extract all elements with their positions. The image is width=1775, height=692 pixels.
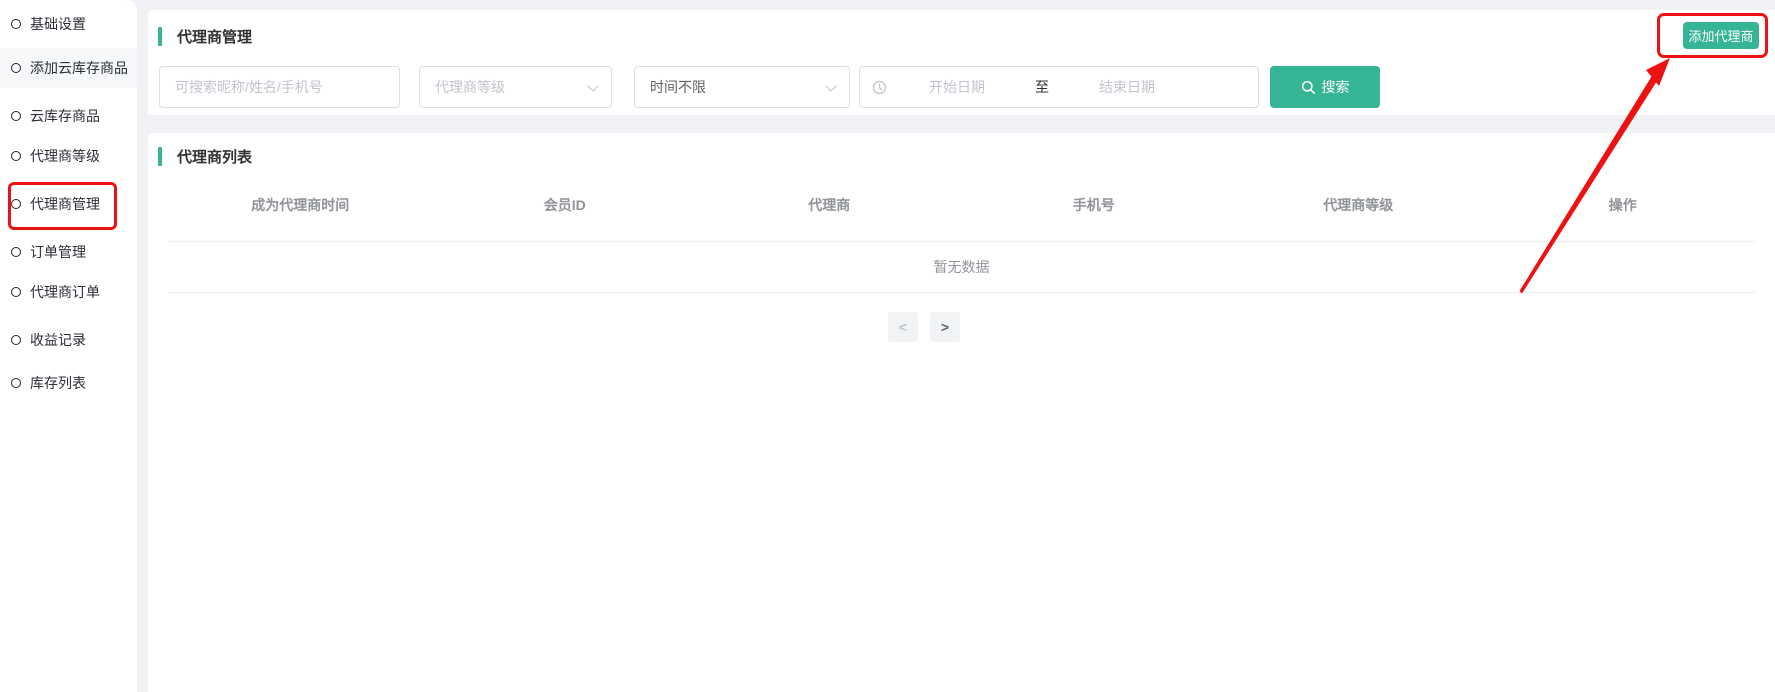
- sidebar-item-label: 库存列表: [30, 373, 86, 393]
- search-button[interactable]: 搜索: [1270, 66, 1380, 108]
- sidebar-item-label: 云库存商品: [30, 106, 100, 126]
- keyword-search-field: [159, 66, 400, 108]
- radio-circle-icon: [11, 378, 21, 388]
- sidebar-item-agent-orders[interactable]: 代理商订单: [0, 272, 137, 312]
- sidebar-item-agent-management[interactable]: 代理商管理: [0, 184, 137, 224]
- column-header-member-id: 会员ID: [433, 195, 698, 215]
- table-divider: [168, 292, 1755, 293]
- chevron-down-icon: [587, 80, 598, 91]
- date-range-separator: 至: [1021, 77, 1063, 97]
- card-title: 代理商管理: [158, 26, 252, 47]
- column-header-agent: 代理商: [697, 195, 962, 215]
- time-range-select-value: 时间不限: [650, 77, 706, 97]
- sidebar-item-label: 收益记录: [30, 330, 86, 350]
- time-range-select[interactable]: 时间不限: [634, 66, 850, 108]
- sidebar-item-stock-list[interactable]: 库存列表: [0, 363, 137, 403]
- table-empty-state: 暂无数据: [168, 242, 1755, 292]
- radio-circle-icon: [11, 287, 21, 297]
- empty-state-text: 暂无数据: [934, 257, 990, 277]
- column-header-actions: 操作: [1491, 195, 1756, 215]
- filter-row: 代理商等级 时间不限 至 搜索: [148, 66, 1775, 108]
- table-header-row: 成为代理商时间 会员ID 代理商 手机号 代理商等级 操作: [168, 175, 1755, 235]
- title-accent-bar: [158, 147, 162, 166]
- sidebar: 基础设置 添加云库存商品 云库存商品 代理商等级 代理商管理 订单管理 代理商订…: [0, 0, 137, 692]
- add-agent-button[interactable]: 添加代理商: [1683, 22, 1759, 49]
- sidebar-item-label: 订单管理: [30, 242, 86, 262]
- end-date-input[interactable]: [1067, 79, 1187, 95]
- radio-circle-icon: [11, 199, 21, 209]
- radio-circle-icon: [11, 63, 21, 73]
- sidebar-item-label: 基础设置: [30, 14, 86, 34]
- agent-level-select-placeholder: 代理商等级: [435, 77, 505, 97]
- sidebar-item-label: 添加云库存商品: [30, 58, 128, 78]
- search-button-label: 搜索: [1322, 77, 1350, 97]
- radio-circle-icon: [11, 19, 21, 29]
- radio-circle-icon: [11, 111, 21, 121]
- agent-management-filter-card: 代理商管理 添加代理商 代理商等级 时间不限 至: [148, 10, 1775, 115]
- agent-list-card: 代理商列表 成为代理商时间 会员ID 代理商 手机号 代理商等级 操作 暂无数据…: [148, 133, 1775, 692]
- chevron-left-icon: <: [899, 319, 907, 335]
- sidebar-item-label: 代理商等级: [30, 146, 100, 166]
- agent-level-select[interactable]: 代理商等级: [419, 66, 612, 108]
- column-header-become-agent-time: 成为代理商时间: [168, 195, 433, 215]
- chevron-right-icon: >: [941, 319, 949, 335]
- sidebar-item-cloud-stock-products[interactable]: 云库存商品: [0, 96, 137, 136]
- search-icon: [1301, 80, 1316, 95]
- sidebar-item-add-cloud-stock-product[interactable]: 添加云库存商品: [0, 48, 137, 88]
- clock-icon: [872, 80, 887, 95]
- pagination-next-button[interactable]: >: [930, 312, 960, 342]
- add-agent-button-label: 添加代理商: [1688, 26, 1753, 45]
- sidebar-item-order-management[interactable]: 订单管理: [0, 232, 137, 272]
- sidebar-item-label: 代理商管理: [30, 194, 100, 214]
- sidebar-item-label: 代理商订单: [30, 282, 100, 302]
- radio-circle-icon: [11, 335, 21, 345]
- page-title: 代理商管理: [177, 26, 252, 47]
- title-accent-bar: [158, 27, 162, 46]
- sidebar-item-income-records[interactable]: 收益记录: [0, 320, 137, 360]
- chevron-down-icon: [825, 80, 836, 91]
- radio-circle-icon: [11, 151, 21, 161]
- radio-circle-icon: [11, 247, 21, 257]
- list-title: 代理商列表: [177, 146, 252, 167]
- sidebar-item-basic-settings[interactable]: 基础设置: [0, 4, 137, 44]
- card-title: 代理商列表: [158, 146, 252, 167]
- pagination-prev-button[interactable]: <: [888, 312, 918, 342]
- column-header-phone: 手机号: [962, 195, 1227, 215]
- start-date-input[interactable]: [897, 79, 1017, 95]
- keyword-search-input[interactable]: [160, 67, 399, 107]
- sidebar-item-agent-levels[interactable]: 代理商等级: [0, 136, 137, 176]
- pagination: < >: [888, 312, 960, 342]
- column-header-agent-level: 代理商等级: [1226, 195, 1491, 215]
- date-range-picker: 至: [859, 66, 1259, 108]
